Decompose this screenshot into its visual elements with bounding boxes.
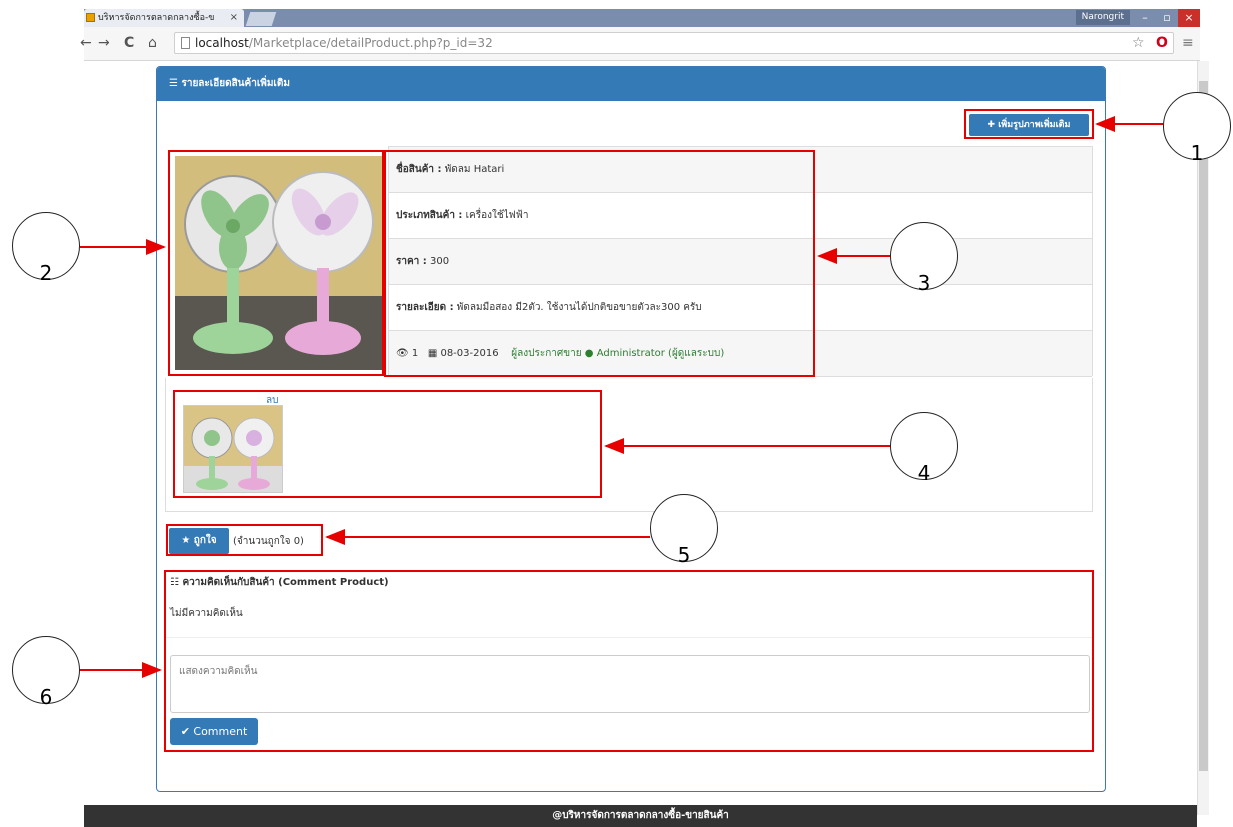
annotation-circle-6: 6 <box>12 636 80 709</box>
favicon-icon <box>86 13 95 22</box>
annotation-number: 1 <box>1190 141 1204 165</box>
annotation-circle-2: 2 <box>12 212 80 285</box>
list-icon: ☰ <box>169 78 182 89</box>
annotation-circle-1: 1 <box>1163 92 1231 165</box>
annotation-box-2 <box>168 150 384 376</box>
panel-title: รายละเอียดสินค้าเพิ่มเติม <box>181 78 290 89</box>
scroll-thumb[interactable] <box>1199 81 1208 771</box>
back-icon[interactable]: ← <box>80 35 92 51</box>
url-path: /Marketplace/detailProduct.php?p_id=32 <box>248 36 493 50</box>
annotation-box-4 <box>173 390 602 498</box>
browser-toolbar: ← → C ⌂ localhost/Marketplace/detailProd… <box>80 27 1200 61</box>
tab-title: บริหารจัดการตลาดกลางซื้อ-ข <box>98 13 215 23</box>
url-host: localhost <box>195 36 249 50</box>
url-text: localhost/Marketplace/detailProduct.php?… <box>195 36 493 50</box>
page-footer: @บริหารจัดการตลาดกลางซื้อ-ขายสินค้า <box>84 805 1197 827</box>
window-close-icon[interactable]: × <box>1178 9 1200 27</box>
new-tab-button[interactable] <box>245 12 277 26</box>
tab-close-icon[interactable]: × <box>230 9 238 27</box>
maximize-icon[interactable]: ▫ <box>1156 9 1178 27</box>
annotation-number: 5 <box>677 543 691 567</box>
forward-icon[interactable]: → <box>98 35 110 51</box>
page-icon <box>181 37 190 49</box>
minimize-icon[interactable]: – <box>1134 9 1156 27</box>
annotation-box-1 <box>964 109 1094 139</box>
browser-tab[interactable]: บริหารจัดการตลาดกลางซื้อ-ข × <box>84 9 244 27</box>
panel-heading: ☰ รายละเอียดสินค้าเพิ่มเติม <box>157 67 1105 101</box>
opera-icon[interactable]: O <box>1156 35 1168 51</box>
bookmark-star-icon[interactable]: ☆ <box>1132 35 1145 51</box>
address-bar[interactable]: localhost/Marketplace/detailProduct.php?… <box>174 32 1174 54</box>
annotation-circle-4: 4 <box>890 412 958 485</box>
annotation-number: 3 <box>917 271 931 295</box>
annotation-circle-3: 3 <box>890 222 958 295</box>
annotation-number: 4 <box>917 461 931 485</box>
home-icon[interactable]: ⌂ <box>148 35 157 51</box>
reload-icon[interactable]: C <box>124 35 134 51</box>
annotation-box-5 <box>166 524 323 556</box>
annotation-circle-5: 5 <box>650 494 718 567</box>
menu-icon[interactable]: ≡ <box>1182 35 1194 51</box>
annotation-number: 2 <box>39 261 53 285</box>
annotation-number: 6 <box>39 685 53 709</box>
browser-user-badge[interactable]: Narongrit <box>1075 10 1130 25</box>
annotation-box-3 <box>384 150 815 377</box>
annotation-box-6 <box>164 570 1094 752</box>
scrollbar[interactable] <box>1197 61 1209 815</box>
browser-tab-bar: บริหารจัดการตลาดกลางซื้อ-ข × Narongrit –… <box>84 9 1200 27</box>
